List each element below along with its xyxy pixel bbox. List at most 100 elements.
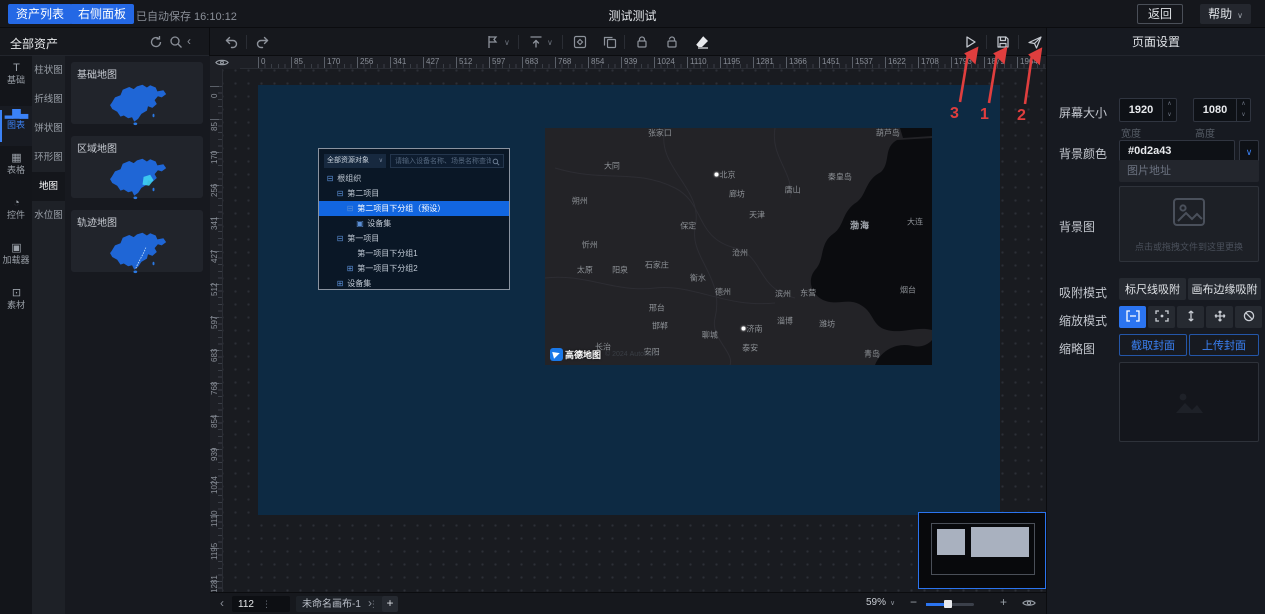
width-stepper[interactable]: ∧∨ — [1162, 99, 1176, 121]
publish-send-icon[interactable] — [1027, 34, 1043, 50]
stepper-down-icon[interactable]: ∨ — [1237, 110, 1250, 121]
expand-toggle-icon[interactable]: ⊟ — [325, 171, 335, 186]
zoom-mode-disabled-button[interactable] — [1235, 306, 1262, 328]
stepper-up-icon[interactable]: ∧ — [1163, 99, 1176, 110]
canvas-page[interactable]: 全部资源对象∨ ⊟ 根组织 ⊟ 第二项目 — [258, 85, 1000, 515]
save-icon[interactable] — [995, 34, 1011, 50]
redo-icon[interactable] — [254, 34, 270, 50]
expand-toggle-icon[interactable]: ▣ — [355, 216, 365, 231]
tabs-scroll-right-icon[interactable]: › — [368, 596, 372, 610]
visibility-eye-icon[interactable] — [1022, 597, 1036, 611]
stepper-up-icon[interactable]: ∧ — [1237, 99, 1250, 110]
subcategory-item[interactable]: 水位图 — [32, 201, 65, 230]
undo-icon[interactable] — [224, 34, 240, 50]
ruler-horizontal[interactable]: 0851702563414275125976837688549391024111… — [210, 56, 1046, 69]
tab-menu-icon[interactable]: ⋮ — [262, 599, 271, 609]
tree-search-input[interactable] — [391, 155, 503, 167]
height-stepper[interactable]: ∧∨ — [1236, 99, 1250, 121]
tree-item[interactable]: ⊞ 设备集 — [319, 276, 509, 291]
zoom-slider-handle[interactable] — [944, 600, 952, 608]
subcategory-item[interactable]: 饼状图 — [32, 114, 65, 143]
copy-icon[interactable] — [602, 34, 618, 50]
right-panel-button[interactable]: 右侧面板 — [70, 4, 134, 24]
upload-cover-button[interactable]: 上传封面 — [1189, 334, 1259, 356]
tree-item[interactable]: ⊞ 第一项目下分组2 — [319, 261, 509, 276]
asset-list-button[interactable]: 资产列表 — [8, 4, 72, 24]
zoom-level-dropdown[interactable]: 59%∨ — [866, 597, 895, 608]
subcategory-item[interactable]: 环形图 — [32, 143, 65, 172]
resource-type-dropdown[interactable]: 全部资源对象∨ — [324, 154, 386, 168]
tree-item[interactable]: ⊟ 第二项目下分组（预设） — [319, 201, 509, 216]
expand-toggle-icon[interactable]: ⊞ — [335, 276, 345, 291]
unlock-icon[interactable] — [664, 34, 680, 50]
tab-label: 未命名画布-1 — [302, 599, 361, 610]
category-item[interactable]: T 基础 — [0, 61, 32, 101]
bg-image-url-input[interactable] — [1119, 160, 1259, 182]
map-city-label: 北京 — [714, 170, 735, 181]
bg-image-upload-dropzone[interactable]: 点击或拖拽文件到这里更换 — [1119, 186, 1259, 262]
tabs-scroll-left-icon[interactable]: ‹ — [220, 596, 224, 610]
back-button[interactable]: 返回 — [1137, 4, 1183, 24]
ruler-corner[interactable] — [210, 56, 240, 69]
ruler-tick-label: 85 — [291, 57, 303, 69]
flag-align-icon[interactable] — [485, 34, 501, 50]
subcategory-item[interactable]: 折线图 — [32, 85, 65, 114]
category-item[interactable]: ▦ 表格 — [0, 151, 32, 191]
height-input-box: ∧∨ — [1193, 98, 1251, 122]
expand-toggle-icon[interactable]: ⊞ — [345, 261, 355, 276]
amap-map-widget[interactable]: 张家口葫芦岛大同北京秦皇岛唐山廊坊朔州天津保定渤海大连忻州沧州太原阳泉石家庄衡水… — [545, 128, 932, 365]
chevron-down-icon[interactable]: ∨ — [504, 38, 510, 47]
tree-item[interactable]: ⊟ 第二项目 — [319, 186, 509, 201]
zoom-slider[interactable] — [926, 603, 974, 606]
device-tree-widget[interactable]: 全部资源对象∨ ⊟ 根组织 ⊟ 第二项目 — [318, 148, 510, 290]
eye-icon[interactable] — [210, 56, 229, 70]
group-icon[interactable] — [572, 34, 588, 50]
minimap[interactable] — [918, 512, 1046, 589]
add-canvas-button[interactable]: + — [382, 596, 398, 612]
tree-item[interactable]: ⊟ 根组织 — [319, 171, 509, 186]
subcategory-item[interactable]: 柱状图 — [32, 56, 65, 85]
expand-toggle-icon[interactable]: ⊟ — [335, 231, 345, 246]
category-item[interactable]: ▣ 加载器 — [0, 241, 32, 281]
snap-ruler-button[interactable]: 标尺线吸附 — [1119, 278, 1186, 300]
image-placeholder-icon — [1172, 197, 1206, 227]
tree-item[interactable]: ⊟ 第一项目 — [319, 231, 509, 246]
color-picker-dropdown[interactable]: ∨ — [1239, 140, 1259, 162]
bg-color-input[interactable] — [1120, 141, 1234, 161]
ruler-vertical[interactable]: 0851702563414275125976837688549391024111… — [210, 69, 223, 592]
tree-item[interactable]: ▣ 设备集 — [319, 216, 509, 231]
category-item[interactable]: ⊡ 素材 — [0, 286, 32, 326]
collapse-panel-icon[interactable]: ‹ — [187, 34, 201, 48]
category-item[interactable]: ◔ 控件 — [0, 196, 32, 236]
canvas-tab-1[interactable]: 112⋮ — [232, 596, 290, 612]
component-card[interactable]: 轨迹地图 — [71, 210, 203, 272]
category-item[interactable]: ▂▆▃ 图表 — [0, 106, 32, 146]
zoom-mode-fit-width-button[interactable] — [1119, 306, 1146, 328]
expand-toggle-icon[interactable]: ⊟ — [345, 201, 355, 216]
chevron-down-icon[interactable]: ∨ — [547, 38, 553, 47]
map-city-label: 秦皇岛 — [828, 172, 852, 183]
zoom-mode-vertical-button[interactable] — [1177, 306, 1204, 328]
expand-toggle-icon[interactable]: ⊟ — [335, 186, 345, 201]
bar-chart-icon: ▂▆▃ — [0, 106, 32, 120]
zoom-out-icon[interactable]: − — [910, 595, 917, 609]
stepper-down-icon[interactable]: ∨ — [1163, 110, 1176, 121]
zoom-in-icon[interactable]: + — [1000, 595, 1007, 609]
help-dropdown[interactable]: 帮助∨ — [1200, 4, 1251, 24]
subcategory-item[interactable]: 地图 — [32, 172, 65, 201]
zoom-mode-free-button[interactable] — [1206, 306, 1233, 328]
tree-item[interactable]: 第一项目下分组1 — [319, 246, 509, 261]
preview-play-icon[interactable] — [962, 34, 978, 50]
align-top-icon[interactable] — [528, 34, 544, 50]
lock-icon[interactable] — [634, 34, 650, 50]
search-icon[interactable] — [169, 35, 183, 49]
snap-canvas-edge-button[interactable]: 画布边缘吸附 — [1188, 278, 1261, 300]
zoom-mode-fit-canvas-button[interactable] — [1148, 306, 1175, 328]
component-card[interactable]: 区域地图 — [71, 136, 203, 198]
capture-cover-button[interactable]: 截取封面 — [1119, 334, 1187, 356]
refresh-icon[interactable] — [149, 35, 163, 49]
eraser-icon[interactable] — [694, 34, 710, 50]
map-city-label: 保定 — [680, 220, 696, 231]
thumbnail-label: 缩略图 — [1059, 340, 1095, 357]
component-card[interactable]: 基础地图 — [71, 62, 203, 124]
